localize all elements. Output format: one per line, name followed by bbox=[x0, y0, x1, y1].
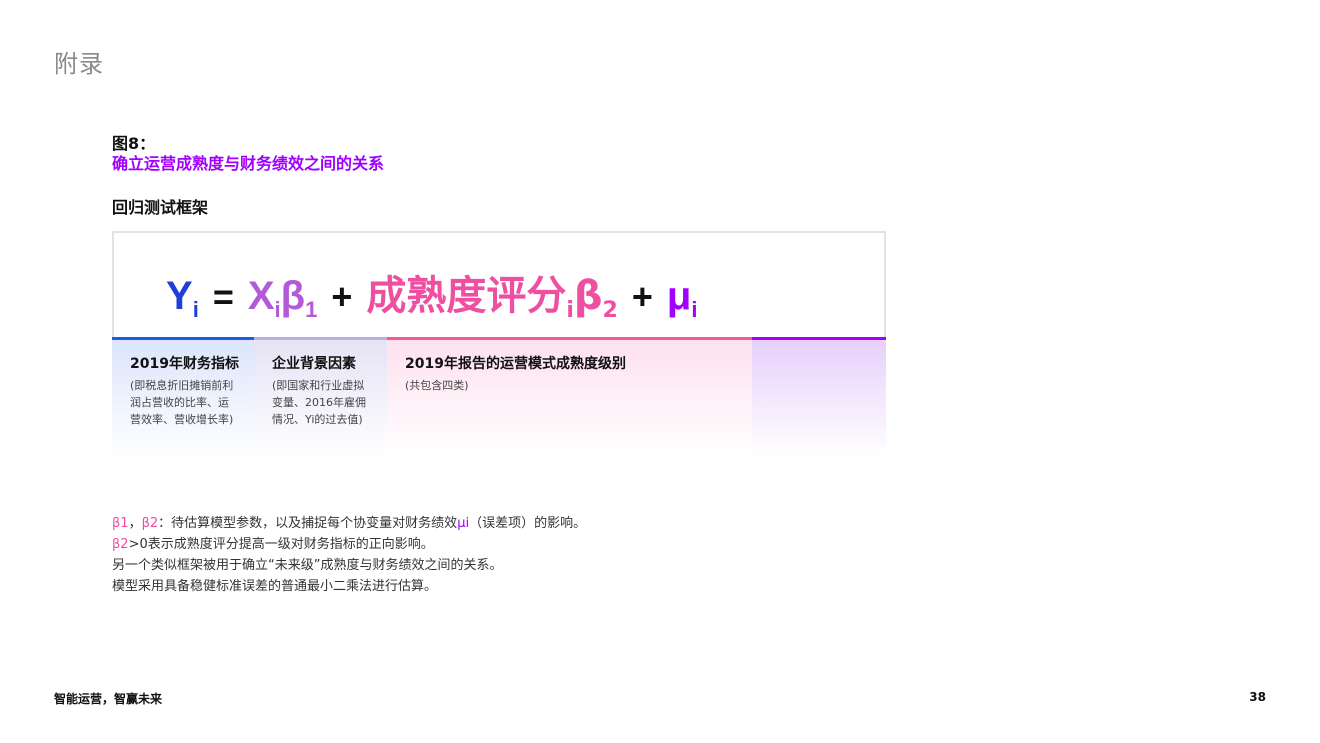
column-error-term bbox=[752, 337, 886, 457]
maturity-score-term: 成熟度评分iβ2 bbox=[366, 273, 618, 323]
variable-columns: 2019年财务指标 (即税息折旧摊销前利 润占营收的比率、运 营效率、营收增长率… bbox=[112, 337, 886, 457]
column-accent-bar bbox=[752, 337, 886, 340]
column-accent-bar bbox=[254, 337, 387, 340]
subheading: 回归测试框架 bbox=[112, 198, 209, 217]
note-line: 另一个类似框架被用于确立“未来级”成熟度与财务绩效之间的关系。 bbox=[112, 558, 503, 573]
error-term: μi bbox=[666, 274, 698, 322]
notes: β1，β2：待估算模型参数，以及捕捉每个协变量对财务绩效μi（误差项）的影响。 … bbox=[112, 513, 586, 597]
column-background-factors: 企业背景因素 (即国家和行业虚拟 变量、2016年雇佣 情况、Yi的过去值) bbox=[254, 337, 387, 457]
note-line: 模型采用具备稳健标准误差的普通最小二乘法进行估算。 bbox=[112, 579, 438, 594]
section-header: 附录 bbox=[54, 50, 104, 78]
footer-tagline: 智能运营，智赢未来 bbox=[54, 692, 163, 706]
column-accent-bar bbox=[112, 337, 254, 340]
equals-sign: = bbox=[212, 276, 234, 317]
column-description: (即国家和行业虚拟 变量、2016年雇佣 情况、Yi的过去值) bbox=[272, 379, 366, 426]
column-financial-metrics: 2019年财务指标 (即税息折旧摊销前利 润占营收的比率、运 营效率、营收增长率… bbox=[112, 337, 254, 457]
column-description: (共包含四类) bbox=[405, 379, 469, 392]
column-title: 企业背景因素 bbox=[272, 356, 356, 372]
column-description: (即税息折旧摊销前利 润占营收的比率、运 营效率、营收增长率) bbox=[130, 379, 234, 426]
plus-sign: + bbox=[331, 276, 353, 317]
regression-equation: Yi = Xiβ1 + 成熟度评分iβ2 + μi bbox=[166, 263, 698, 323]
dependent-variable: Yi bbox=[166, 274, 199, 322]
column-maturity-level: 2019年报告的运营模式成熟度级别 (共包含四类) bbox=[387, 337, 752, 457]
column-title: 2019年财务指标 bbox=[130, 356, 239, 372]
figure-title: 确立运营成熟度与财务绩效之间的关系 bbox=[112, 154, 385, 173]
note-line: β1，β2：待估算模型参数，以及捕捉每个协变量对财务绩效μi（误差项）的影响。 bbox=[112, 516, 587, 531]
note-line: β2>0表示成熟度评分提高一级对财务指标的正向影响。 bbox=[112, 537, 434, 552]
equation-box: Yi = Xiβ1 + 成熟度评分iβ2 + μi bbox=[112, 231, 886, 337]
plus-sign: + bbox=[631, 276, 653, 317]
covariate-term: Xiβ1 bbox=[247, 274, 318, 322]
column-title: 2019年报告的运营模式成熟度级别 bbox=[405, 356, 626, 372]
column-accent-bar bbox=[387, 337, 752, 340]
page-number: 38 bbox=[1249, 690, 1266, 704]
